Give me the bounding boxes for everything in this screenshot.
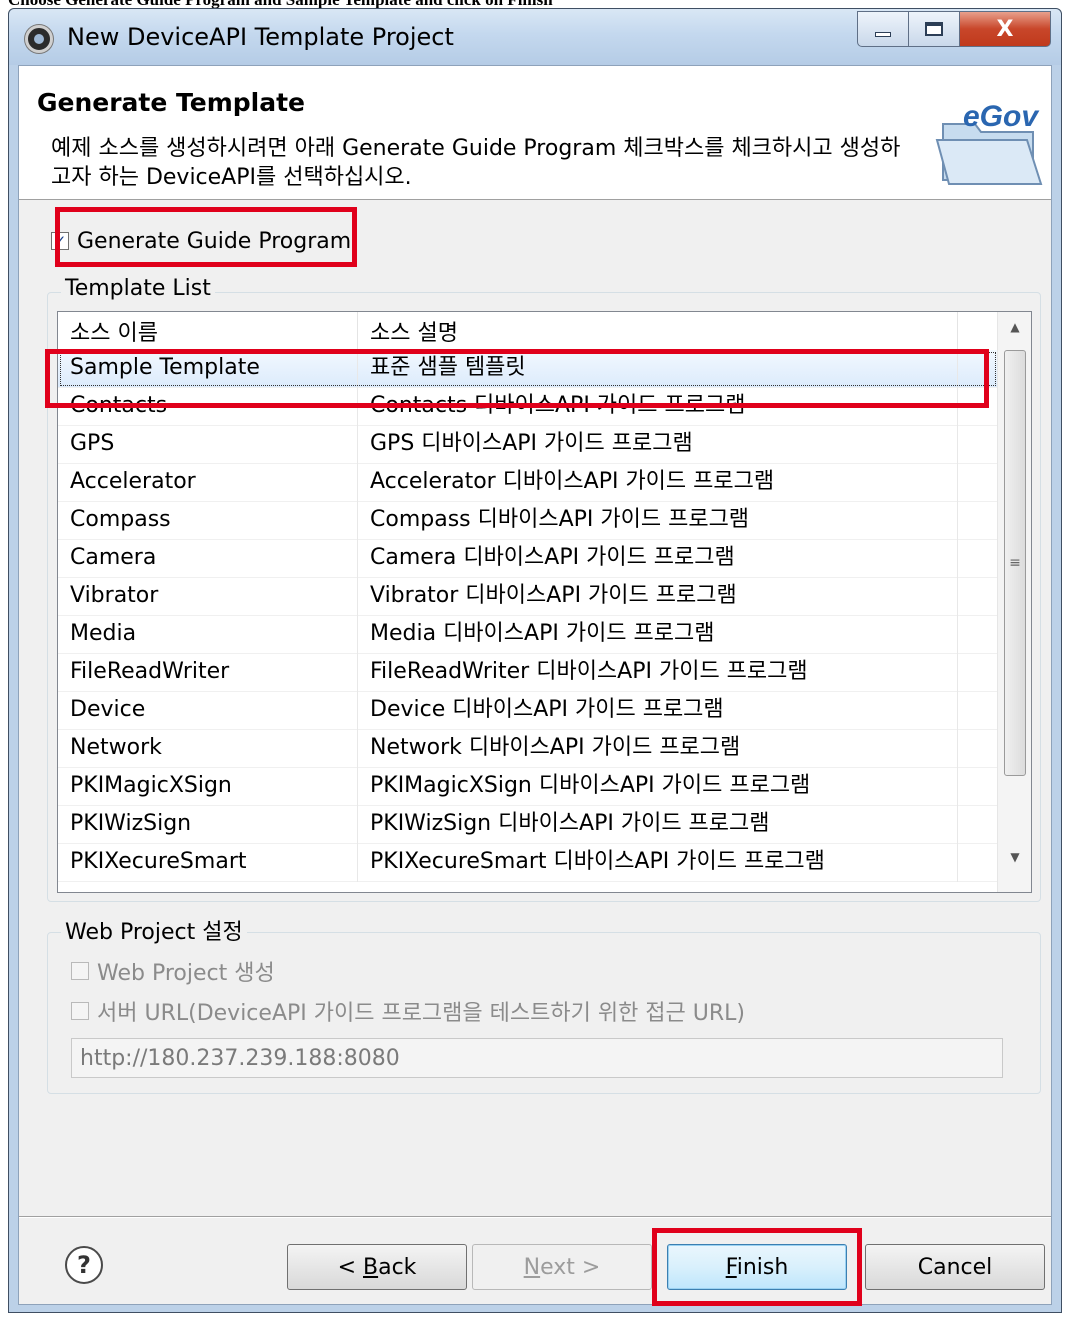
table-row[interactable]: PKIMagicXSign PKIMagicXSign 디바이스API 가이드 프…	[58, 768, 998, 806]
page-title: Generate Template	[37, 88, 306, 117]
source-desc-cell: Accelerator 디바이스API 가이드 프로그램	[358, 464, 958, 502]
checkbox-unchecked-icon[interactable]	[71, 1002, 89, 1020]
server-url-input[interactable]	[71, 1038, 1003, 1078]
column-header-source-desc[interactable]: 소스 설명	[358, 312, 958, 350]
table-row[interactable]: PKIXecureSmart PKIXecureSmart 디바이스API 가이드…	[58, 844, 998, 882]
egov-folder-logo: eGov	[935, 100, 1043, 185]
vertical-scrollbar[interactable]: ▲ ≡ ▼	[997, 312, 1031, 892]
source-desc-cell: Camera 디바이스API 가이드 프로그램	[358, 540, 958, 578]
window-title: New DeviceAPI Template Project	[67, 23, 454, 51]
minimize-icon	[875, 31, 891, 37]
dialog-body: Generate Template 예제 소스를 생성하시려면 아래 Gener…	[18, 65, 1052, 1306]
source-desc-cell: Vibrator 디바이스API 가이드 프로그램	[358, 578, 958, 616]
scroll-up-icon[interactable]: ▲	[998, 312, 1031, 342]
next-mnemonic: N	[523, 1255, 541, 1280]
maximize-button[interactable]	[908, 11, 960, 47]
app-icon	[25, 25, 53, 53]
table-row[interactable]: Camera Camera 디바이스API 가이드 프로그램	[58, 540, 998, 578]
help-icon[interactable]: ?	[65, 1246, 103, 1284]
button-bar-separator	[19, 1216, 1051, 1218]
server-url-label: 서버 URL(DeviceAPI 가이드 프로그램을 테스트하기 위한 접근 U…	[97, 1001, 746, 1026]
egov-logo-text: eGov	[963, 100, 1040, 133]
table-row[interactable]: Accelerator Accelerator 디바이스API 가이드 프로그램	[58, 464, 998, 502]
next-label-rest: ext >	[540, 1255, 601, 1280]
source-desc-cell: Device 디바이스API 가이드 프로그램	[358, 692, 958, 730]
table-row[interactable]: Network Network 디바이스API 가이드 프로그램	[58, 730, 998, 768]
scroll-down-icon[interactable]: ▼	[998, 842, 1031, 872]
source-name-cell: Device	[58, 692, 358, 730]
source-name-cell: PKIWizSign	[58, 806, 358, 844]
cancel-button[interactable]: Cancel	[865, 1244, 1045, 1290]
table-row[interactable]: Device Device 디바이스API 가이드 프로그램	[58, 692, 998, 730]
table-row[interactable]: FileReadWriter FileReadWriter 디바이스API 가이드…	[58, 654, 998, 692]
table-row[interactable]: Vibrator Vibrator 디바이스API 가이드 프로그램	[58, 578, 998, 616]
source-name-cell: Network	[58, 730, 358, 768]
maximize-icon	[925, 22, 943, 36]
template-list-legend: Template List	[61, 276, 215, 301]
web-project-legend: Web Project 설정	[61, 914, 247, 946]
server-url-checkbox[interactable]: 서버 URL(DeviceAPI 가이드 프로그램을 테스트하기 위한 접근 U…	[71, 996, 745, 1026]
source-desc-cell: PKIMagicXSign 디바이스API 가이드 프로그램	[358, 768, 958, 806]
source-name-cell: PKIXecureSmart	[58, 844, 358, 882]
web-project-create-label: Web Project 생성	[97, 961, 275, 986]
source-desc-cell: FileReadWriter 디바이스API 가이드 프로그램	[358, 654, 958, 692]
scroll-thumb[interactable]: ≡	[1004, 350, 1026, 776]
source-name-cell: Vibrator	[58, 578, 358, 616]
source-name-cell: Media	[58, 616, 358, 654]
source-name-cell: PKIMagicXSign	[58, 768, 358, 806]
checkbox-unchecked-icon[interactable]	[71, 962, 89, 980]
highlight-generate-guide	[55, 207, 357, 267]
source-name-cell: Camera	[58, 540, 358, 578]
source-desc-cell: Network 디바이스API 가이드 프로그램	[358, 730, 958, 768]
source-name-cell: Compass	[58, 502, 358, 540]
web-project-create-checkbox[interactable]: Web Project 생성	[71, 956, 275, 986]
source-name-cell: Accelerator	[58, 464, 358, 502]
column-header-source-name[interactable]: 소스 이름	[58, 312, 358, 350]
wizard-header: Generate Template 예제 소스를 생성하시려면 아래 Gener…	[19, 66, 1051, 200]
table-row[interactable]: PKIWizSign PKIWizSign 디바이스API 가이드 프로그램	[58, 806, 998, 844]
table-row[interactable]: Media Media 디바이스API 가이드 프로그램	[58, 616, 998, 654]
source-name-cell: FileReadWriter	[58, 654, 358, 692]
scroll-grip-icon: ≡	[1009, 555, 1021, 571]
source-name-cell: GPS	[58, 426, 358, 464]
dialog-window: New DeviceAPI Template Project X Generat…	[8, 8, 1062, 1313]
page-description: 예제 소스를 생성하시려면 아래 Generate Guide Program …	[51, 136, 901, 190]
back-mnemonic: B	[363, 1255, 379, 1280]
back-button[interactable]: < Back	[287, 1244, 467, 1290]
back-label-rest: ack	[378, 1255, 417, 1280]
table-row[interactable]: Compass Compass 디바이스API 가이드 프로그램	[58, 502, 998, 540]
close-icon: X	[996, 16, 1014, 42]
highlight-sample-template	[45, 349, 989, 408]
table-row[interactable]: GPS GPS 디바이스API 가이드 프로그램	[58, 426, 998, 464]
title-bar[interactable]: New DeviceAPI Template Project X	[9, 9, 1061, 65]
back-prefix: <	[337, 1255, 363, 1280]
source-desc-cell: PKIWizSign 디바이스API 가이드 프로그램	[358, 806, 958, 844]
source-desc-cell: Compass 디바이스API 가이드 프로그램	[358, 502, 958, 540]
table-header: 소스 이름 소스 설명	[58, 312, 998, 350]
close-button[interactable]: X	[959, 11, 1051, 47]
source-desc-cell: Media 디바이스API 가이드 프로그램	[358, 616, 958, 654]
source-desc-cell: PKIXecureSmart 디바이스API 가이드 프로그램	[358, 844, 958, 882]
minimize-button[interactable]	[857, 11, 909, 47]
template-rows: Sample Template 표준 샘플 템플릿 Contacts Contacts…	[58, 350, 998, 882]
next-button[interactable]: Next >	[472, 1244, 652, 1290]
highlight-finish-button	[652, 1228, 862, 1306]
source-desc-cell: GPS 디바이스API 가이드 프로그램	[358, 426, 958, 464]
